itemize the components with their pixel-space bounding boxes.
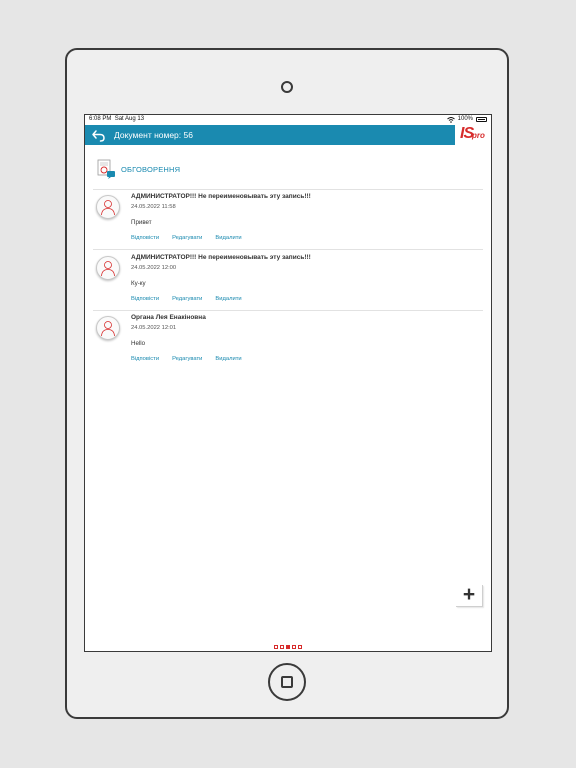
wifi-icon bbox=[446, 116, 455, 123]
comment-text: Hello bbox=[131, 340, 146, 347]
home-square-icon bbox=[281, 676, 293, 688]
edit-link[interactable]: Редагувати bbox=[172, 235, 202, 241]
discussion-section-header: ОБГОВОРЕННЯ bbox=[95, 157, 180, 181]
reply-link[interactable]: Відповісти bbox=[131, 356, 159, 362]
page-title: Документ номер: 56 bbox=[114, 130, 193, 140]
comment-item: АДМИНИСТРАТОР!!! Не переименовывать эту … bbox=[93, 190, 483, 250]
page-dot[interactable] bbox=[292, 645, 296, 649]
back-arrow-icon[interactable] bbox=[91, 127, 107, 143]
status-time: 6:08 PM bbox=[89, 116, 112, 122]
page-indicator bbox=[274, 645, 302, 649]
divider bbox=[93, 249, 483, 250]
user-icon bbox=[101, 200, 115, 216]
section-title: ОБГОВОРЕННЯ bbox=[121, 164, 181, 174]
ispro-logo: IS pro bbox=[455, 124, 491, 146]
avatar bbox=[96, 316, 120, 340]
delete-link[interactable]: Видалити bbox=[215, 296, 241, 302]
user-icon bbox=[101, 321, 115, 337]
page-dot[interactable] bbox=[274, 645, 278, 649]
comment-date: 24.05.2022 12:00 bbox=[131, 265, 177, 271]
comment-item: АДМИНИСТРАТОР!!! Не переименовывать эту … bbox=[93, 251, 483, 311]
comment-author: АДМИНИСТРАТОР!!! Не переименовывать эту … bbox=[131, 193, 311, 200]
comment-text: Ку-ку bbox=[131, 280, 146, 287]
reply-link[interactable]: Відповісти bbox=[131, 296, 159, 302]
page-dot[interactable] bbox=[280, 645, 284, 649]
user-icon bbox=[101, 261, 115, 277]
status-bar: 6:08 PM Sat Aug 13 100% bbox=[85, 115, 491, 124]
reply-link[interactable]: Відповісти bbox=[131, 235, 159, 241]
comment-author: Органа Лея Енакіновна bbox=[131, 314, 206, 321]
page-dot[interactable] bbox=[286, 645, 290, 649]
app-screen: 6:08 PM Sat Aug 13 100% Документ номер: … bbox=[84, 114, 492, 652]
delete-link[interactable]: Видалити bbox=[215, 356, 241, 362]
front-camera bbox=[281, 81, 293, 93]
battery-percent: 100% bbox=[457, 116, 473, 122]
comment-date: 24.05.2022 12:01 bbox=[131, 325, 177, 331]
comment-text: Привет bbox=[131, 219, 152, 226]
logo-text: pro bbox=[472, 131, 485, 140]
avatar bbox=[96, 195, 120, 219]
comment-author: АДМИНИСТРАТОР!!! Не переименовывать эту … bbox=[131, 254, 311, 261]
comment-item: Органа Лея Енакіновна 24.05.2022 12:01 H… bbox=[93, 311, 483, 371]
avatar bbox=[96, 256, 120, 280]
comment-date: 24.05.2022 11:58 bbox=[131, 204, 176, 210]
header-bar: Документ номер: 56 bbox=[85, 125, 457, 145]
status-date: Sat Aug 13 bbox=[114, 116, 145, 122]
edit-link[interactable]: Редагувати bbox=[172, 356, 202, 362]
battery-icon bbox=[476, 117, 487, 122]
discussion-icon bbox=[97, 159, 115, 179]
delete-link[interactable]: Видалити bbox=[215, 235, 241, 241]
edit-link[interactable]: Редагувати bbox=[172, 296, 202, 302]
add-comment-button[interactable]: + bbox=[456, 584, 483, 607]
home-button[interactable] bbox=[268, 663, 306, 701]
page-dot[interactable] bbox=[298, 645, 302, 649]
